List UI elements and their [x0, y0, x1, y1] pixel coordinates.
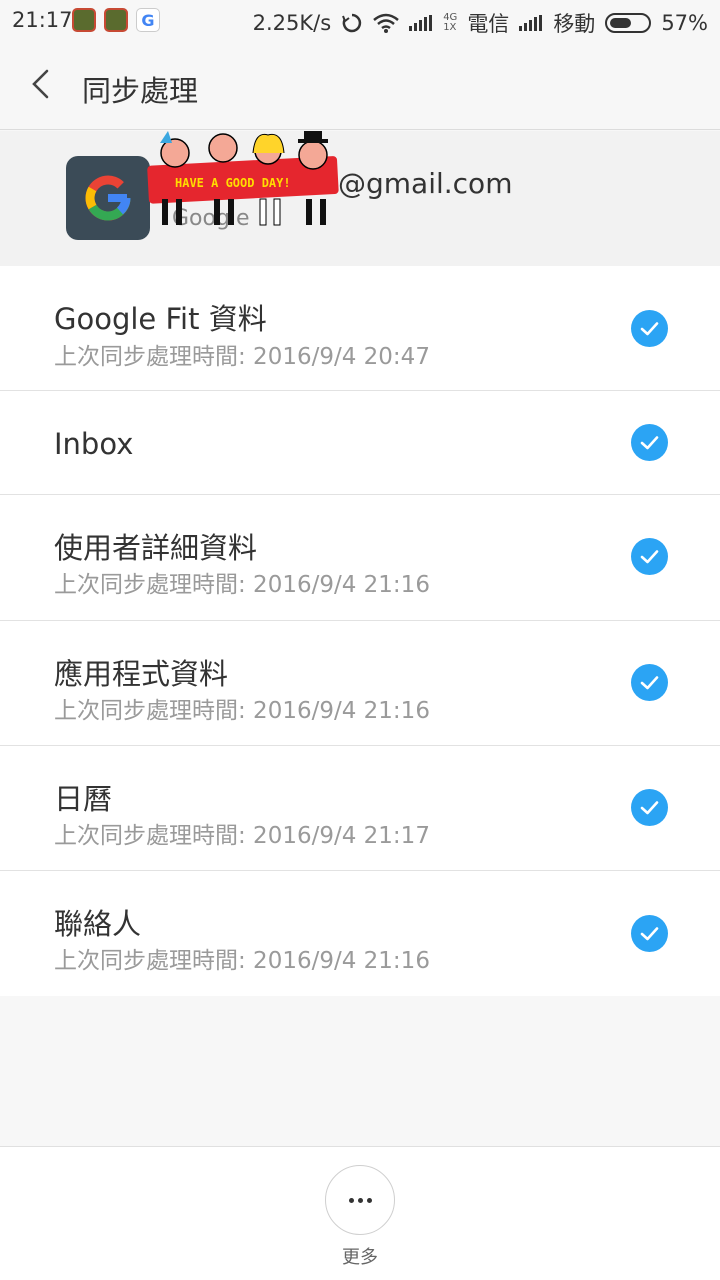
- checkbox-checked-icon[interactable]: [631, 424, 668, 461]
- carrier-label-1: 電信: [467, 12, 510, 36]
- status-time: 21:17: [12, 8, 73, 32]
- sync-item-name: Google Fit 資料: [54, 302, 267, 336]
- page-title: 同步處理: [82, 74, 199, 108]
- checkbox-checked-icon[interactable]: [631, 789, 668, 826]
- more-dots-icon: [358, 1198, 363, 1203]
- more-dots-icon: [367, 1198, 372, 1203]
- sync-item-name: 應用程式資料: [54, 657, 229, 691]
- sync-item-last-sync: 上次同步處理時間: 2016/9/4 21:16: [54, 948, 430, 974]
- svg-text:HAVE A GOOD DAY!: HAVE A GOOD DAY!: [175, 176, 291, 190]
- account-email: @gmail.com: [338, 167, 513, 200]
- shield-app-icon: [72, 8, 96, 32]
- google-logo-icon: [66, 156, 150, 240]
- sync-item-app-data[interactable]: 應用程式資料 上次同步處理時間: 2016/9/4 21:16: [0, 621, 720, 746]
- status-bar: 21:17 G 2.25K/s 4G 1X 電信 移動 57%: [0, 0, 720, 40]
- sync-item-calendar[interactable]: 日曆 上次同步處理時間: 2016/9/4 21:17: [0, 746, 720, 871]
- sync-item-user-details[interactable]: 使用者詳細資料 上次同步處理時間: 2016/9/4 21:16: [0, 495, 720, 621]
- more-dots-icon: [349, 1198, 354, 1203]
- bottom-bar: 更多: [0, 1146, 720, 1280]
- sync-item-name: 聯絡人: [54, 907, 142, 941]
- sync-item-name: 使用者詳細資料: [54, 531, 258, 565]
- carrier-label-2: 移動: [553, 12, 596, 36]
- sync-item-last-sync: 上次同步處理時間: 2016/9/4 21:16: [54, 572, 430, 598]
- status-right: 2.25K/s 4G 1X 電信 移動 57%: [253, 8, 708, 38]
- back-arrow-icon[interactable]: [26, 68, 58, 100]
- sync-item-google-fit[interactable]: Google Fit 資料 上次同步處理時間: 2016/9/4 20:47: [0, 266, 720, 391]
- wifi-icon: [373, 13, 399, 33]
- shield-app-icon: [104, 8, 128, 32]
- checkbox-checked-icon[interactable]: [631, 915, 668, 952]
- account-header: @gmail.com Google HAVE A GOOD DAY!: [0, 131, 720, 266]
- google-app-icon: G: [136, 8, 160, 32]
- signal-icon: [409, 15, 433, 31]
- battery-fill: [610, 18, 632, 28]
- battery-icon: [605, 13, 652, 33]
- have-a-good-day-sticker: HAVE A GOOD DAY!: [147, 131, 339, 226]
- more-button[interactable]: [325, 1165, 395, 1235]
- sync-icon: [342, 13, 362, 33]
- sync-item-last-sync: 上次同步處理時間: 2016/9/4 21:17: [54, 823, 430, 849]
- battery-percent: 57%: [661, 11, 708, 35]
- notification-icons: G: [72, 8, 160, 32]
- title-bar: 同步處理: [0, 40, 720, 130]
- sync-item-last-sync: 上次同步處理時間: 2016/9/4 20:47: [54, 344, 430, 370]
- sync-item-name: Inbox: [54, 427, 134, 461]
- checkbox-checked-icon[interactable]: [631, 538, 668, 575]
- sync-item-last-sync: 上次同步處理時間: 2016/9/4 21:16: [54, 698, 430, 724]
- signal-icon: [519, 15, 543, 31]
- network-type: 4G 1X: [443, 12, 458, 33]
- sync-list: Google Fit 資料 上次同步處理時間: 2016/9/4 20:47 I…: [0, 266, 720, 996]
- more-label: 更多: [342, 1247, 378, 1268]
- checkbox-checked-icon[interactable]: [631, 310, 668, 347]
- checkbox-checked-icon[interactable]: [631, 664, 668, 701]
- network-speed: 2.25K/s: [252, 11, 332, 35]
- sync-item-inbox[interactable]: Inbox: [0, 391, 720, 495]
- sync-item-name: 日曆: [54, 782, 113, 816]
- sync-item-contacts[interactable]: 聯絡人 上次同步處理時間: 2016/9/4 21:16: [0, 871, 720, 996]
